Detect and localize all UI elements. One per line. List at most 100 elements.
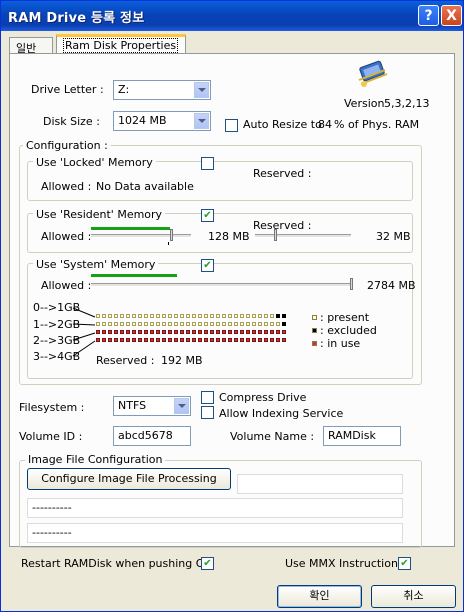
memory-cell: [228, 322, 232, 326]
memory-cell: [120, 314, 124, 318]
locked-memory-checkbox[interactable]: [201, 157, 214, 170]
system-allowed-label: Allowed :: [41, 279, 92, 292]
locked-reserved-label: Reserved :: [253, 167, 312, 180]
memory-cell: [120, 322, 124, 326]
memory-cell: [180, 338, 184, 342]
help-button[interactable]: ?: [418, 5, 439, 26]
drive-letter-select[interactable]: Z:: [113, 80, 211, 100]
memory-cell: [258, 314, 262, 318]
memory-cell: [192, 338, 196, 342]
memory-cell: [96, 330, 100, 334]
resident-reserved-slider[interactable]: [274, 229, 277, 241]
volume-name-label: Volume Name :: [230, 430, 315, 443]
chevron-down-icon[interactable]: [194, 82, 209, 98]
memory-cell: [258, 338, 262, 342]
filesystem-label: Filesystem :: [19, 401, 85, 414]
compress-drive-label: Compress Drive: [219, 391, 307, 404]
memory-cell: [162, 330, 166, 334]
chevron-down-icon[interactable]: [194, 113, 209, 129]
memory-cell: [216, 314, 220, 318]
image-path-field-2[interactable]: ----------: [27, 523, 403, 543]
resident-memory-checkbox[interactable]: ✔: [201, 209, 214, 222]
resident-allowed-track: [91, 234, 191, 238]
tab-general[interactable]: 일반: [9, 37, 53, 55]
memory-cell: [192, 314, 196, 318]
memory-cell: [264, 330, 268, 334]
memory-cell: [180, 330, 184, 334]
memory-cell: [198, 314, 202, 318]
memory-cell: [156, 322, 160, 326]
filesystem-select[interactable]: NTFS: [113, 396, 191, 416]
close-button[interactable]: X: [441, 5, 462, 26]
configure-image-button[interactable]: Configure Image File Processing: [27, 468, 231, 490]
memory-cell: [132, 322, 136, 326]
title-bar[interactable]: RAM Drive 등록 정보 ? X: [1, 1, 463, 31]
drive-letter-label: Drive Letter :: [31, 83, 104, 96]
memory-cell: [216, 338, 220, 342]
system-memory-checkbox[interactable]: ✔: [201, 259, 214, 272]
resident-memory-title: Use 'Resident' Memory: [33, 208, 166, 221]
volume-id-value: abcd5678: [118, 429, 173, 442]
memory-cell: [234, 314, 238, 318]
resident-allowed-slider[interactable]: [170, 229, 173, 241]
image-path-value-2: ----------: [32, 526, 72, 539]
system-allowed-slider[interactable]: [350, 278, 353, 290]
restart-checkbox[interactable]: ✔: [201, 557, 214, 570]
memory-cell: [234, 338, 238, 342]
compress-drive-checkbox[interactable]: [201, 391, 214, 404]
system-memory-title: Use 'System' Memory: [33, 258, 159, 271]
chevron-down-icon[interactable]: [174, 398, 189, 414]
memory-cell: [132, 314, 136, 318]
mmx-checkbox[interactable]: ✔: [398, 557, 411, 570]
volume-name-field[interactable]: RAMDisk: [323, 426, 401, 446]
version-label: Version: [344, 97, 385, 110]
memory-cell: [126, 338, 130, 342]
memory-cell: [252, 330, 256, 334]
memory-cell: [276, 330, 280, 334]
ok-button[interactable]: 확인: [277, 585, 362, 608]
memory-cell: [114, 330, 118, 334]
disk-size-label: Disk Size :: [43, 115, 100, 128]
memory-cell: [264, 322, 268, 326]
tab-ram-disk-properties[interactable]: Ram Disk Properties: [56, 34, 186, 54]
indexing-checkbox[interactable]: [201, 406, 214, 419]
memory-cell: [108, 330, 112, 334]
memory-cell: [174, 338, 178, 342]
legend-in-use-label: : in use: [320, 337, 361, 350]
memory-cell: [120, 338, 124, 342]
auto-resize-percent: 84: [318, 118, 332, 131]
system-allowed-bar: [91, 274, 177, 277]
memory-cell: [168, 330, 172, 334]
memory-cell: [180, 314, 184, 318]
memory-row-1: [96, 322, 288, 328]
locked-memory-title: Use 'Locked' Memory: [33, 156, 156, 169]
memory-cell: [252, 314, 256, 318]
mmx-label: Use MMX Instructions: [285, 557, 404, 570]
memory-cell: [156, 338, 160, 342]
properties-window: RAM Drive 등록 정보 ? X 일반 Ram Disk Properti…: [0, 0, 464, 612]
image-path-field-1[interactable]: ----------: [27, 498, 403, 518]
resident-reserved-track: [255, 234, 351, 238]
memory-cell: [96, 338, 100, 342]
memory-cell: [210, 322, 214, 326]
image-status-field[interactable]: [237, 474, 403, 494]
memory-cell: [180, 322, 184, 326]
filesystem-value: NTFS: [118, 399, 147, 412]
memory-cell: [240, 338, 244, 342]
memory-cell: [282, 338, 286, 342]
memory-cell: [108, 338, 112, 342]
drive-letter-value: Z:: [118, 83, 130, 96]
cancel-button[interactable]: 취소: [371, 585, 456, 608]
volume-id-field[interactable]: abcd5678: [113, 426, 191, 446]
restart-label: Restart RAMDisk when pushing OK: [21, 557, 212, 570]
memory-row-2: [96, 330, 288, 336]
resident-tick: [168, 242, 169, 245]
memory-cell: [258, 330, 262, 334]
memory-cell: [114, 314, 118, 318]
memory-cell: [258, 322, 262, 326]
memory-cell: [186, 322, 190, 326]
memory-cell: [204, 338, 208, 342]
memory-cell: [114, 322, 118, 326]
disk-size-select[interactable]: 1024 MB: [113, 111, 211, 131]
auto-resize-checkbox[interactable]: [225, 119, 238, 132]
